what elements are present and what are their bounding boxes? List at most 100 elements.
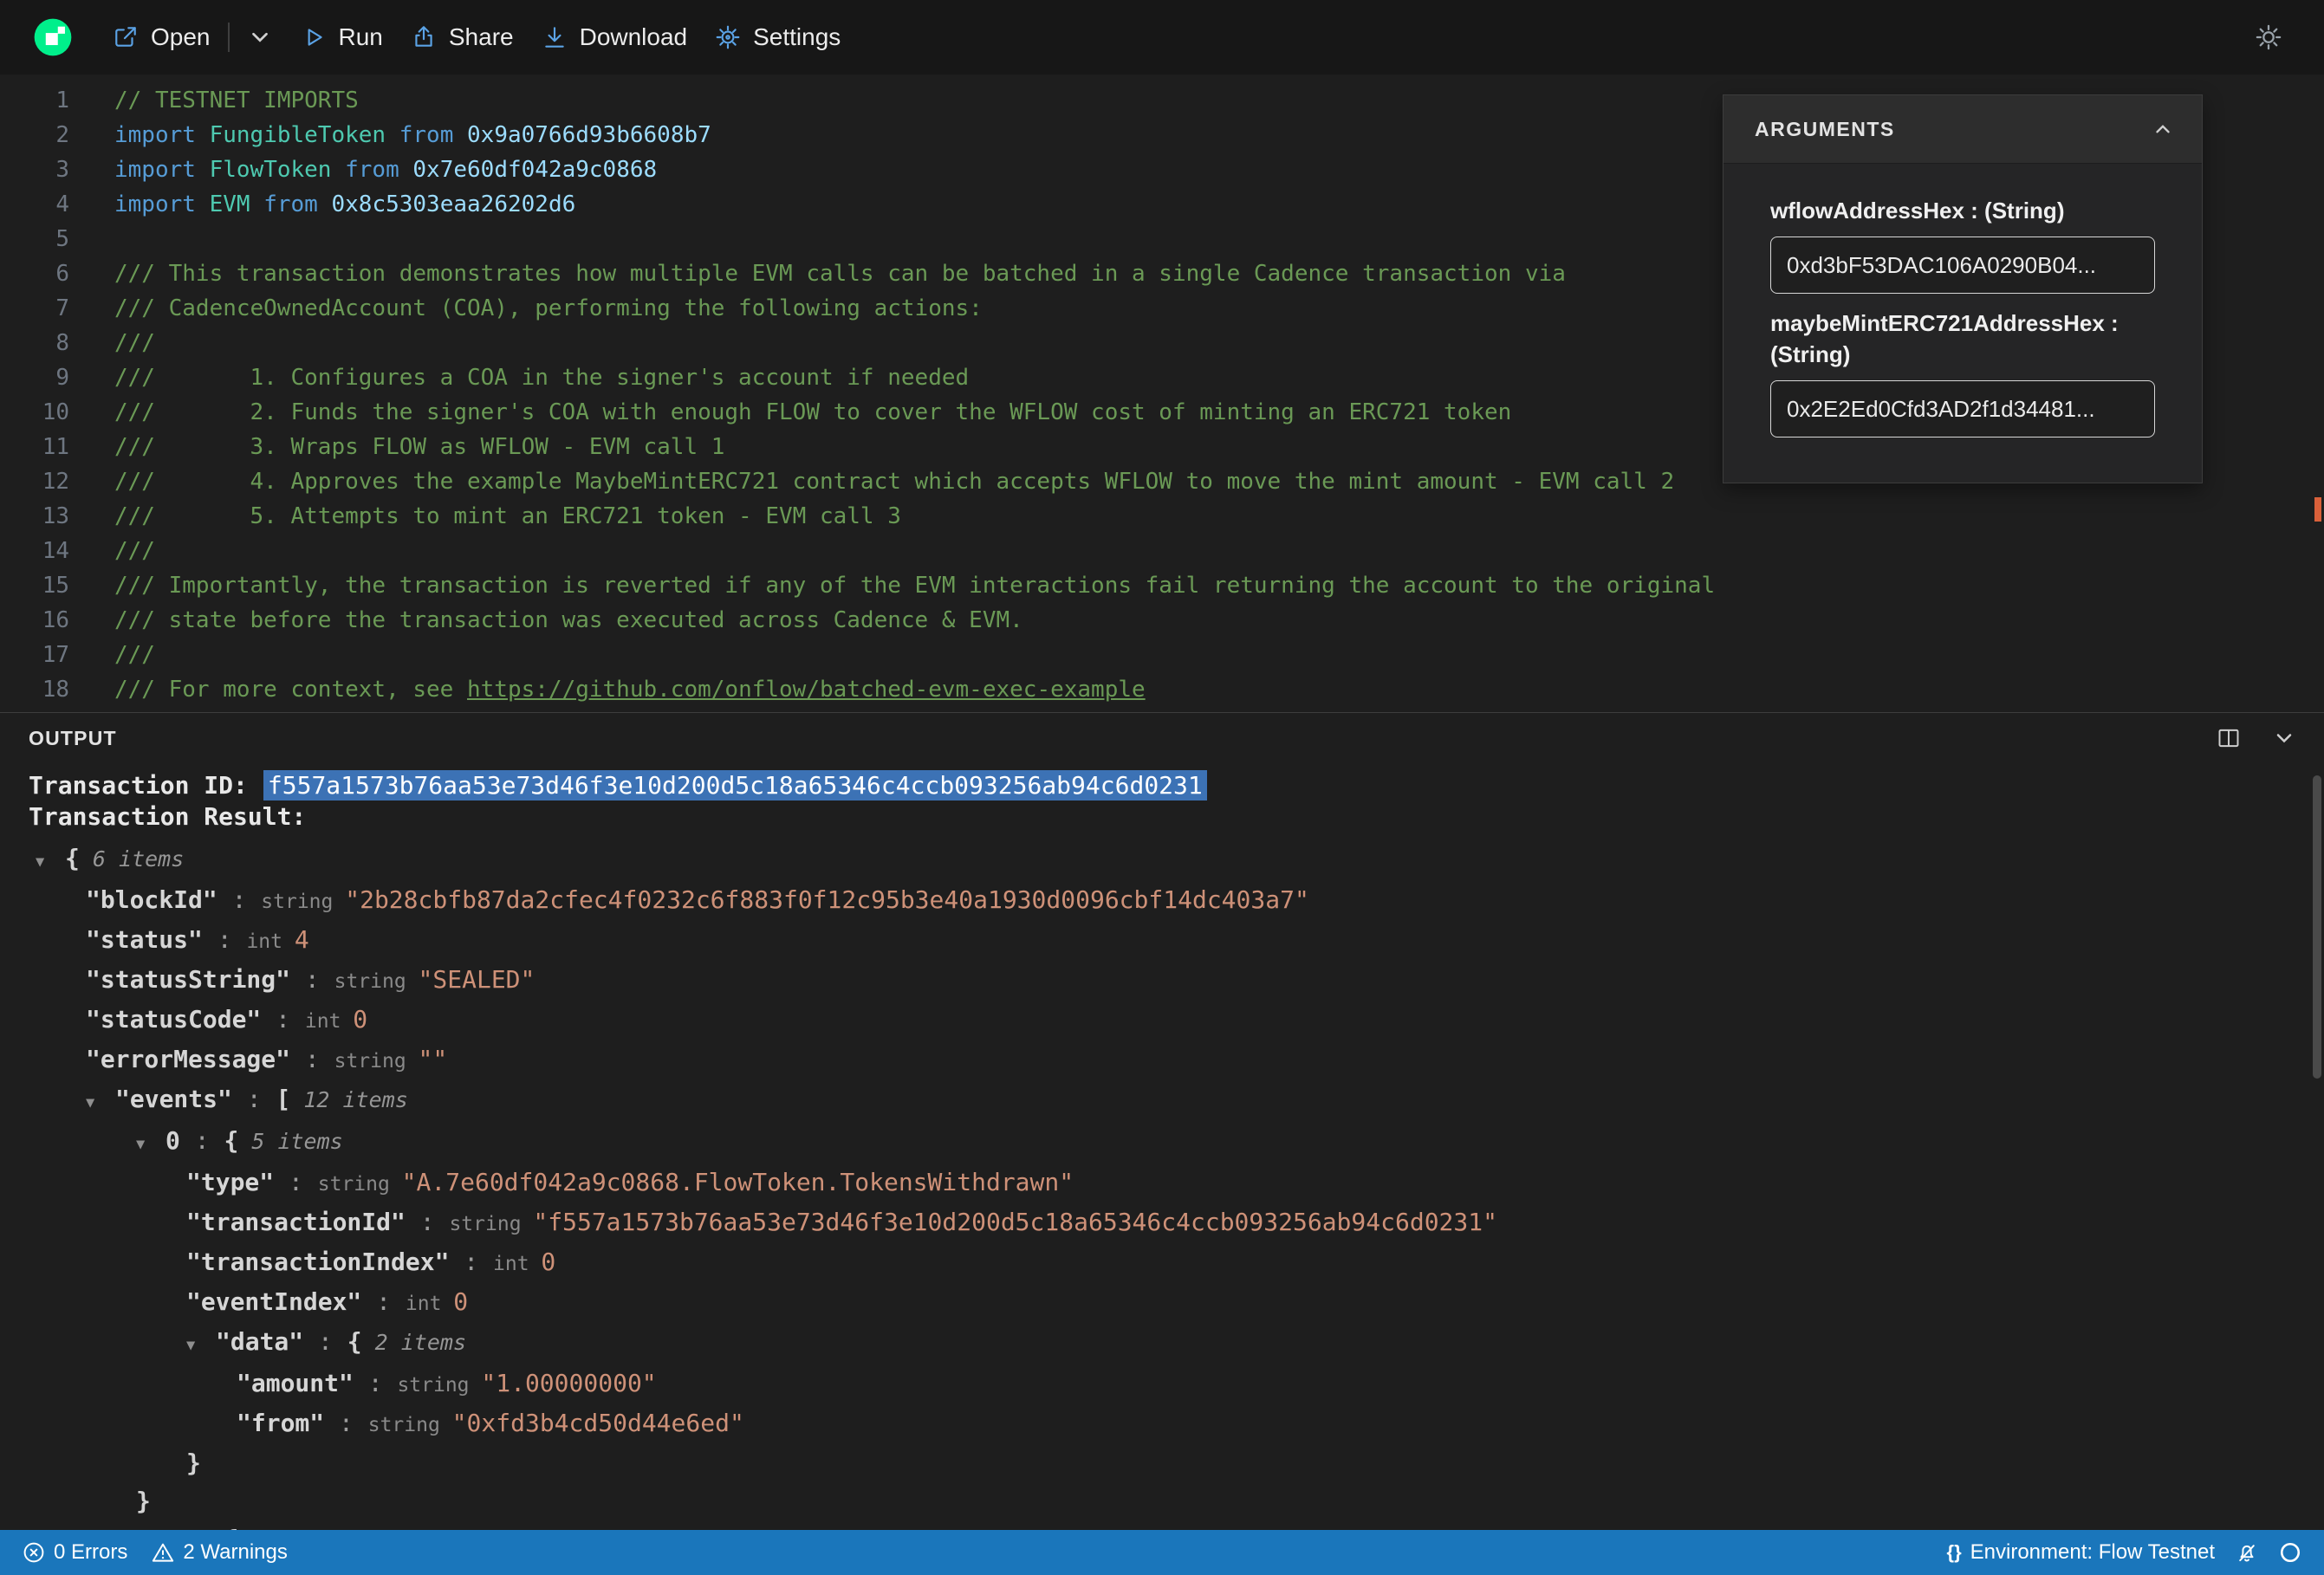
code-token: /// For more context, see xyxy=(114,677,467,703)
expand-arrow-icon[interactable]: ▼ xyxy=(86,1084,115,1122)
code-token: from xyxy=(263,191,318,217)
json-token: 12 items xyxy=(290,1087,408,1112)
collapse-arguments-button[interactable] xyxy=(2146,113,2179,146)
arguments-header: ARGUMENTS xyxy=(1724,95,2202,164)
code-line: 17 /// xyxy=(0,638,2324,672)
json-tree: ▼{ 6 items "blockId" : string "2b28cbfb87… xyxy=(0,839,2324,1530)
json-token: : xyxy=(290,1045,334,1073)
collapse-output-button[interactable] xyxy=(2265,719,2303,757)
code-token: FungibleToken xyxy=(209,122,386,148)
code-line-text: /// state before the transaction was exe… xyxy=(114,607,1023,633)
warnings-label: 2 Warnings xyxy=(183,1540,288,1564)
code-line-text: /// 5. Attempts to mint an ERC721 token … xyxy=(114,503,901,529)
code-token: /// 3. Wraps FLOW as WFLOW - EVM call 1 xyxy=(114,434,725,460)
share-button[interactable]: Share xyxy=(397,15,528,60)
expand-arrow-icon[interactable]: ▼ xyxy=(136,1125,166,1163)
code-token: /// This transaction demonstrates how mu… xyxy=(114,261,1566,287)
json-token: : xyxy=(449,1248,494,1276)
json-token: 0 xyxy=(453,1287,469,1316)
theme-toggle-button[interactable] xyxy=(2248,16,2289,58)
json-token: "amount" xyxy=(237,1369,354,1397)
json-token: int xyxy=(493,1253,542,1275)
code-line: 16 /// state before the transaction was e… xyxy=(0,603,2324,638)
json-token: "transactionIndex" xyxy=(186,1248,450,1276)
json-token: 5 items xyxy=(238,1527,342,1530)
expand-arrow-icon[interactable]: ▼ xyxy=(136,1524,166,1530)
flow-status-icon-button[interactable] xyxy=(2279,1541,2301,1564)
code-line-text: /// 3. Wraps FLOW as WFLOW - EVM call 1 xyxy=(114,434,724,460)
json-token: : xyxy=(405,1208,450,1236)
settings-button[interactable]: Settings xyxy=(701,15,854,60)
json-token: "" xyxy=(418,1045,448,1073)
split-output-button[interactable] xyxy=(2210,719,2248,757)
code-line: 13 /// 5. Attempts to mint an ERC721 toke… xyxy=(0,499,2324,534)
expand-arrow-icon[interactable]: ▼ xyxy=(36,843,65,881)
code-line-text: /// 1. Configures a COA in the signer's … xyxy=(114,365,969,391)
output-scrollbar[interactable] xyxy=(2313,775,2321,1079)
braces-icon: {} xyxy=(1946,1541,1962,1563)
json-token: { xyxy=(347,1327,362,1356)
output-header: OUTPUT xyxy=(0,713,2324,763)
download-button[interactable]: Download xyxy=(528,15,702,60)
code-line-text: /// CadenceOwnedAccount (COA), performin… xyxy=(114,295,983,321)
code-link[interactable]: https://github.com/onflow/batched-evm-ex… xyxy=(467,677,1146,703)
warnings-indicator[interactable]: 2 Warnings xyxy=(152,1540,288,1565)
json-token: "blockId" xyxy=(86,885,217,914)
json-token: { xyxy=(224,1525,238,1530)
line-number: 2 xyxy=(55,122,69,148)
code-line-text: /// 4. Approves the example MaybeMintERC… xyxy=(114,469,1674,495)
json-tree-row: "from" : string "0xfd3b4cd50d44e6ed" xyxy=(0,1404,2324,1444)
argument-field: wflowAddressHex : (String) xyxy=(1770,195,2155,294)
expand-arrow-icon[interactable]: ▼ xyxy=(186,1326,216,1364)
code-token: /// xyxy=(114,642,155,668)
gear-icon xyxy=(716,25,740,49)
json-token: { xyxy=(65,844,80,872)
code-token: /// 4. Approves the example MaybeMintERC… xyxy=(114,469,1675,495)
toolbar: Open Run Share Download Settings xyxy=(0,0,2324,75)
transaction-id-label: Transaction ID: xyxy=(29,771,248,800)
json-token: "events" xyxy=(115,1085,232,1113)
json-tree-row: ▼{ 6 items xyxy=(0,839,2324,881)
run-button[interactable]: Run xyxy=(287,15,397,60)
json-token: } xyxy=(136,1487,151,1515)
transaction-id-value[interactable]: f557a1573b76aa53e73d46f3e10d200d5c18a653… xyxy=(263,770,1207,800)
line-number: 18 xyxy=(42,677,69,703)
json-token: : xyxy=(179,1126,224,1155)
error-icon xyxy=(23,1542,44,1563)
notifications-toggle[interactable] xyxy=(2236,1541,2258,1564)
code-token: /// state before the transaction was exe… xyxy=(114,607,1023,633)
json-token: string xyxy=(261,891,346,913)
json-token: : xyxy=(290,965,334,994)
json-token: 4 xyxy=(294,925,309,954)
open-dropdown-button[interactable] xyxy=(233,16,287,59)
line-number: 4 xyxy=(55,191,69,217)
argument-input[interactable] xyxy=(1770,380,2155,438)
json-token: 1 xyxy=(166,1525,180,1530)
json-token: string xyxy=(334,1050,419,1073)
code-line-text: /// xyxy=(114,538,155,564)
json-tree-row: "errorMessage" : string "" xyxy=(0,1040,2324,1080)
code-token: from xyxy=(399,122,454,148)
json-token: "errorMessage" xyxy=(86,1045,291,1073)
flow-logo[interactable] xyxy=(33,17,73,57)
open-button[interactable]: Open xyxy=(99,15,224,60)
sun-icon xyxy=(2256,24,2282,50)
json-token: 2 items xyxy=(361,1330,467,1355)
output-body[interactable]: Transaction ID: f557a1573b76aa53e73d46f3e… xyxy=(0,763,2324,1530)
line-number: 12 xyxy=(42,469,69,495)
json-token: int xyxy=(246,930,295,953)
errors-indicator[interactable]: 0 Errors xyxy=(23,1540,127,1565)
line-number: 17 xyxy=(42,642,69,668)
argument-input[interactable] xyxy=(1770,237,2155,294)
json-token: : xyxy=(231,1085,276,1113)
line-number: 3 xyxy=(55,157,69,183)
code-token: /// 1. Configures a COA in the signer's … xyxy=(114,365,970,391)
code-line-text: // TESTNET IMPORTS xyxy=(114,88,359,113)
json-token: : xyxy=(202,925,247,954)
environment-indicator[interactable]: {} Environment: Flow Testnet xyxy=(1947,1540,2215,1565)
json-token: "status" xyxy=(86,925,203,954)
